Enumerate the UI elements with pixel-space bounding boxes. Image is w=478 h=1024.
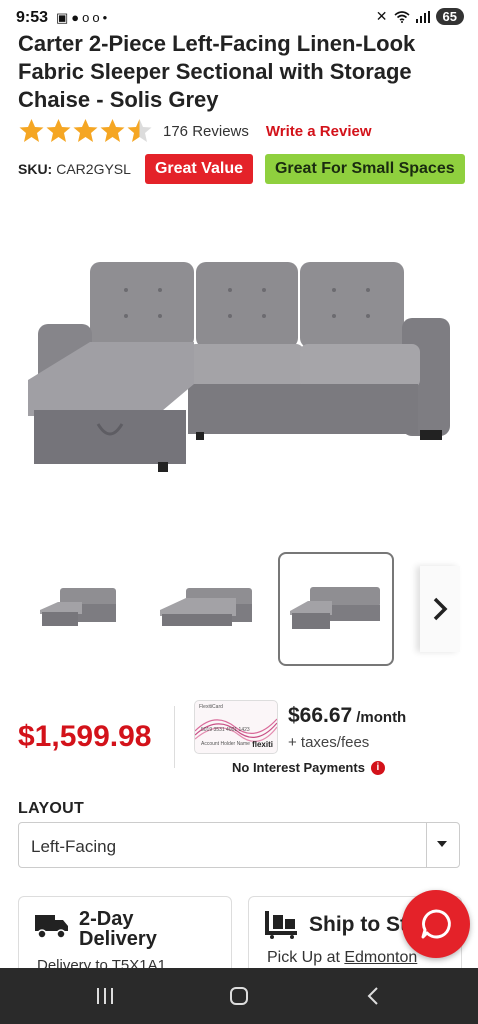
chat-button[interactable] [402,890,470,958]
thumbnail-1[interactable] [20,552,136,666]
taxes-note: + taxes/fees [288,734,370,751]
wifi-icon [394,10,410,23]
monthly-payment: $66.67/month [288,704,406,728]
product-main-image[interactable] [28,248,454,478]
dot-icon: • [102,10,111,25]
delivery-title-line2: Delivery [79,928,157,950]
star-icon [19,119,44,142]
home-button[interactable] [194,968,284,1024]
thumbnail-image [160,588,252,626]
flexiti-logo: flexiti [252,740,273,749]
layout-label: LAYOUT [18,800,85,817]
info-icon[interactable]: i [370,760,385,775]
star-icon [46,119,71,142]
sku-row: SKU: CAR2GYSL Great Value Great For Smal… [18,154,465,184]
thumbnail-3[interactable] [278,552,394,666]
card-number: 5019 3531 4001 1423 [201,727,250,733]
star-rating[interactable] [18,118,153,144]
message-icon: ● [71,10,83,25]
chat-bubble-icon [421,909,451,939]
great-value-badge: Great Value [144,154,253,184]
home-icon [230,987,248,1005]
voicemail-icon: oo [82,10,103,25]
recent-apps-icon [97,988,113,1004]
chevron-right-icon [433,597,448,621]
recent-apps-button[interactable] [60,968,150,1024]
select-divider [426,823,427,867]
thumbnail-2[interactable] [148,552,264,666]
sku-value: CAR2GYSL [56,161,131,177]
store-link[interactable]: Edmonton [344,949,417,966]
layout-select[interactable]: Left-Facing [18,822,460,868]
sku-label: SKU: [18,161,53,177]
reviews-count-link[interactable]: 176 Reviews [163,123,249,140]
truck-icon [35,915,68,939]
rating-row: 176 Reviews Write a Review [18,118,372,144]
layout-selected-value: Left-Facing [31,837,117,856]
price-divider [174,706,175,768]
thumbnail-image [290,587,380,629]
store-pickup-icon [265,911,297,939]
star-icon [127,119,152,142]
star-icon [73,119,98,142]
sofa-illustration [28,262,450,472]
back-button[interactable] [328,968,418,1024]
battery-indicator: 65 [435,8,464,25]
no-interest-label: No Interest Payments [232,760,365,775]
card-holder: Account Holder Name [201,741,250,747]
product-title: Carter 2-Piece Left-Facing Linen-Look Fa… [18,31,416,112]
status-right: ✕ 65 [376,8,464,25]
gallery-next-button[interactable] [420,566,460,652]
card-brand-small: FlexitiCard [199,704,223,710]
star-icon [100,119,125,142]
thumbnail-image [40,588,116,626]
delivery-title: 2-Day Delivery [79,909,157,949]
monthly-unit: /month [356,709,407,726]
back-icon [367,987,378,1005]
android-navigation-bar [0,968,478,1024]
write-review-link[interactable]: Write a Review [266,123,372,140]
small-spaces-badge: Great For Small Spaces [264,154,465,184]
mute-icon: ✕ [375,8,388,24]
no-interest-row: No Interest Payments i [232,760,385,775]
product-price: $1,599.98 [18,720,152,753]
delivery-title-line1: 2-Day [79,908,134,930]
status-bar: 9:53 ▣●oo• ✕ 65 [0,0,478,34]
ship-subtitle: Pick Up at Edmonton [267,949,417,967]
monthly-amount: $66.67 [288,704,353,727]
signal-icon [415,10,430,23]
flexiti-card-image: FlexitiCard 5019 3531 4001 1423 Account … [194,700,278,754]
status-time: 9:53 [16,9,49,26]
thumbnail-strip [0,552,478,668]
notification-icons: ▣●oo• [56,10,110,26]
caret-down-icon [437,841,447,847]
ship-subtitle-prefix: Pick Up at [267,949,345,966]
screenshot-icon: ▣ [56,10,72,25]
